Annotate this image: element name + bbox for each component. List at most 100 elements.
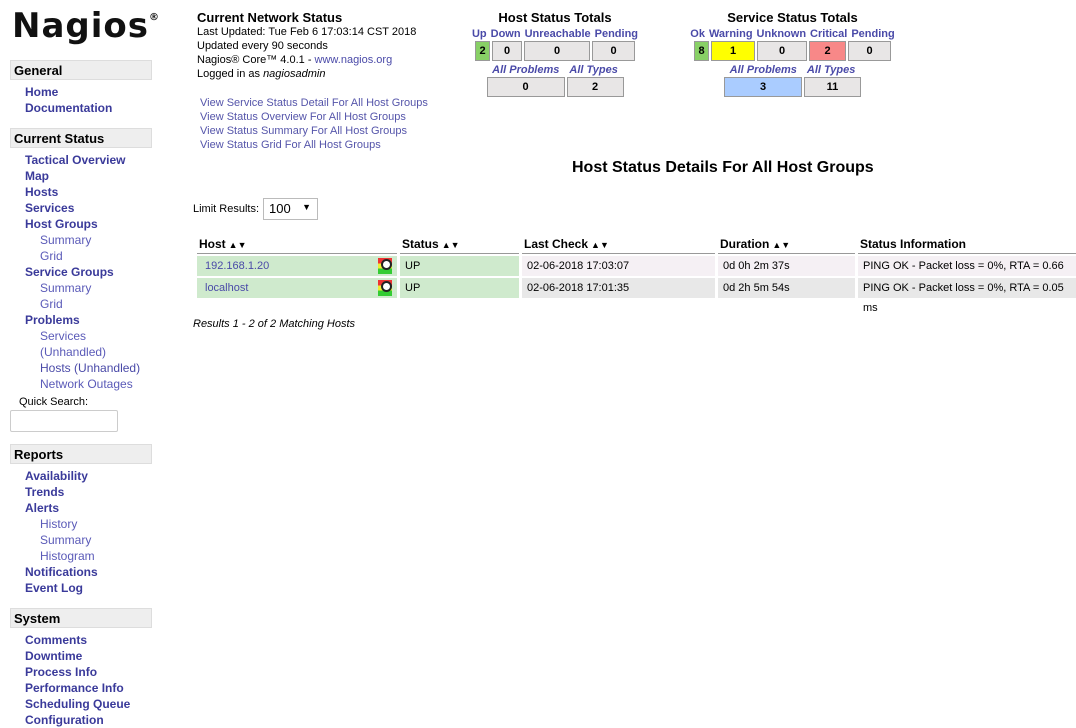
service-all-problems-link[interactable]: All Problems <box>730 64 797 76</box>
sort-arrows-icon[interactable]: ▲▼ <box>591 240 609 250</box>
sidebar-link-hosts[interactable]: Hosts <box>40 361 71 375</box>
column-header-duration: Duration ▲▼ <box>718 236 855 254</box>
status-cell: UP <box>400 256 519 276</box>
host-count-down[interactable]: 0 <box>492 41 522 61</box>
service-all-types-count[interactable]: 11 <box>804 77 861 97</box>
host-filter-unreachable[interactable]: Unreachable <box>525 28 591 40</box>
limit-label: Limit Results: <box>193 203 260 215</box>
host-filter-down[interactable]: Down <box>491 28 521 40</box>
sidebar-item-histogram[interactable]: Histogram <box>10 548 152 564</box>
sidebar-item-summary[interactable]: Summary <box>10 532 152 548</box>
sidebar-item-host-groups[interactable]: Host Groups <box>10 216 152 232</box>
sidebar-item-unhandled[interactable]: (Unhandled) <box>10 344 152 360</box>
quick-search-input[interactable] <box>10 410 118 432</box>
sidebar-item-performance-info[interactable]: Performance Info <box>10 680 152 696</box>
view-status-grid-link[interactable]: View Status Grid For All Host Groups <box>200 138 428 152</box>
network-status-title: Current Network Status <box>197 10 343 25</box>
sidebar-item-trends[interactable]: Trends <box>10 484 152 500</box>
sidebar: General Home Documentation Current Status Ta… <box>10 60 152 728</box>
sidebar-item-tactical-overview[interactable]: Tactical Overview <box>10 152 152 168</box>
view-status-overview-link[interactable]: View Status Overview For All Host Groups <box>200 110 428 124</box>
service-filter-critical[interactable]: Critical <box>810 28 847 40</box>
sidebar-item-home[interactable]: Home <box>10 84 152 100</box>
host-all-problems-link[interactable]: All Problems <box>492 64 559 76</box>
sidebar-item-availability[interactable]: Availability <box>10 468 152 484</box>
host-filter-pending[interactable]: Pending <box>595 28 638 40</box>
sidebar-item-history[interactable]: History <box>10 516 152 532</box>
version: Nagios® Core™ 4.0.1 - <box>197 54 315 66</box>
service-all-problems-count[interactable]: 3 <box>724 77 802 97</box>
host-count-pending[interactable]: 0 <box>592 41 635 61</box>
service-filter-warning[interactable]: Warning <box>709 28 753 40</box>
host-count-up[interactable]: 2 <box>475 41 490 61</box>
host-filter-up[interactable]: Up <box>472 28 487 40</box>
view-service-detail-link[interactable]: View Service Status Detail For All Host … <box>200 96 428 110</box>
sidebar-item-services[interactable]: Services <box>10 200 152 216</box>
host-link[interactable]: 192.168.1.20 <box>205 256 269 276</box>
sort-arrows-icon[interactable]: ▲▼ <box>229 240 247 250</box>
sidebar-item-event-log[interactable]: Event Log <box>10 580 152 596</box>
sidebar-item-alerts[interactable]: Alerts <box>10 500 152 516</box>
host-status-map-icon[interactable] <box>378 258 392 274</box>
sidebar-item-service-groups[interactable]: Service Groups <box>10 264 152 280</box>
host-cell: 192.168.1.20 <box>197 256 397 276</box>
view-status-summary-link[interactable]: View Status Summary For All Host Groups <box>200 124 428 138</box>
sidebar-item-comments[interactable]: Comments <box>10 632 152 648</box>
service-all-types-link[interactable]: All Types <box>807 64 856 76</box>
sidebar-item-summary[interactable]: Summary <box>10 232 152 248</box>
host-status-table: Host ▲▼ Status ▲▼ Last Check ▲▼ Duration ▲▼ Stat… <box>197 236 1076 314</box>
service-filter-ok[interactable]: Ok <box>690 28 705 40</box>
nagios-site-link[interactable]: www.nagios.org <box>315 54 393 66</box>
service-count-pending[interactable]: 0 <box>848 41 891 61</box>
service-count-warning[interactable]: 1 <box>711 41 755 61</box>
host-count-unreachable[interactable]: 0 <box>524 41 590 61</box>
host-all-types-count[interactable]: 2 <box>566 77 624 97</box>
column-title: Last Check <box>524 237 589 251</box>
status-info-cell: PING OK - Packet loss = 0%, RTA = 0.66 m… <box>858 256 1076 292</box>
sidebar-item-hosts[interactable]: Hosts <box>10 184 152 200</box>
sidebar-item-summary[interactable]: Summary <box>10 280 152 296</box>
sort-arrows-icon[interactable]: ▲▼ <box>772 240 790 250</box>
sidebar-item-scheduling-queue[interactable]: Scheduling Queue <box>10 696 152 712</box>
sidebar-item-downtime[interactable]: Downtime <box>10 648 152 664</box>
column-header-status: Status ▲▼ <box>400 236 519 254</box>
column-header-last-check: Last Check ▲▼ <box>522 236 715 254</box>
sidebar-item-grid[interactable]: Grid <box>10 296 152 312</box>
sidebar-item-configuration[interactable]: Configuration <box>10 712 152 728</box>
sidebar-item-problems[interactable]: Problems <box>10 312 152 328</box>
service-filter-unknown[interactable]: Unknown <box>757 28 807 40</box>
host-cell: localhost <box>197 278 397 298</box>
view-links: View Service Status Detail For All Host … <box>200 96 428 152</box>
host-all-problems-count[interactable]: 0 <box>486 77 565 97</box>
last-updated: Last Updated: Tue Feb 6 17:03:14 CST 201… <box>197 26 417 38</box>
limit-select[interactable]: 100 ▼ <box>263 198 319 220</box>
host-status-map-icon[interactable] <box>378 280 392 296</box>
host-totals-headers: Up Down Unreachable Pending <box>460 28 650 40</box>
table-row: localhost UP 02-06-2018 17:01:35 0d 2h 5m 5… <box>197 278 1076 314</box>
host-link[interactable]: localhost <box>205 278 248 298</box>
column-header-host: Host ▲▼ <box>197 236 397 254</box>
service-count-critical[interactable]: 2 <box>809 41 846 61</box>
sidebar-item-grid[interactable]: Grid <box>10 248 152 264</box>
host-all-types-link[interactable]: All Types <box>569 64 618 76</box>
sidebar-section-current-status: Current Status <box>10 128 152 148</box>
sidebar-item-documentation[interactable]: Documentation <box>10 100 152 116</box>
sidebar-item-map[interactable]: Map <box>10 168 152 184</box>
page-title: Host Status Details For All Host Groups <box>572 159 874 176</box>
sidebar-item-process-info[interactable]: Process Info <box>10 664 152 680</box>
network-status-info: Current Network Status Last Updated: Tue… <box>197 10 416 81</box>
sidebar-item-hosts-unhandled: Hosts (Unhandled) <box>10 360 152 376</box>
sidebar-link-hosts-unhandled[interactable]: (Unhandled) <box>74 361 140 375</box>
sidebar-item-network-outages[interactable]: Network Outages <box>10 376 152 392</box>
nagios-logo[interactable]: Nagios® <box>12 6 160 46</box>
limit-value: 100 <box>269 201 291 216</box>
service-filter-pending[interactable]: Pending <box>851 28 894 40</box>
service-count-unknown[interactable]: 0 <box>757 41 807 61</box>
service-count-ok[interactable]: 8 <box>694 41 709 61</box>
sidebar-item-services[interactable]: Services <box>10 328 152 344</box>
host-summary-values: 02 <box>460 77 650 97</box>
quick-search-label: Quick Search: <box>19 396 89 408</box>
host-summary-headers: All Problems All Types <box>460 64 650 76</box>
sidebar-item-notifications[interactable]: Notifications <box>10 564 152 580</box>
sort-arrows-icon[interactable]: ▲▼ <box>442 240 460 250</box>
